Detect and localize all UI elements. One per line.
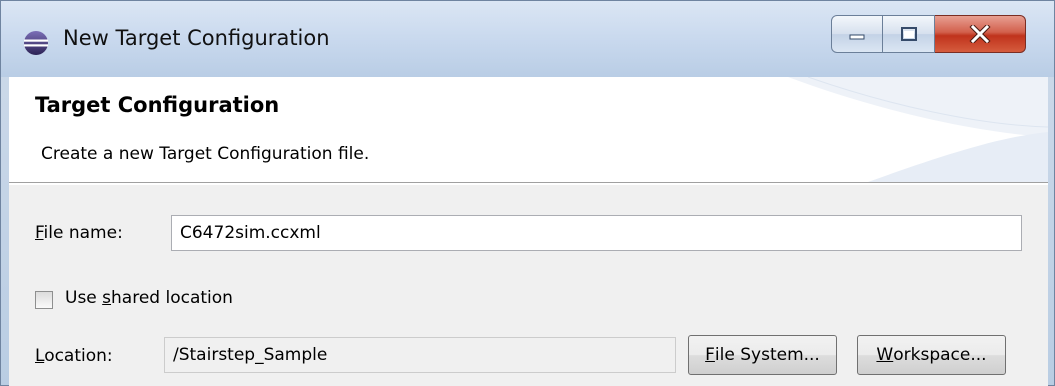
- page-description: Create a new Target Configuration file.: [41, 144, 370, 164]
- title-bar[interactable]: New Target Configuration: [1, 1, 1054, 77]
- maximize-icon: [900, 27, 917, 41]
- workspace-button[interactable]: Workspace...: [857, 335, 1006, 375]
- page-title: Target Configuration: [35, 93, 280, 117]
- file-name-label-text: ile name:: [43, 223, 123, 243]
- file-system-label: ile System...: [714, 345, 820, 365]
- shared-location-checkbox[interactable]: [35, 291, 53, 309]
- shared-location-label-after: hared location: [111, 288, 233, 308]
- location-input: /Stairstep_Sample: [164, 337, 676, 373]
- shared-location-label[interactable]: Use shared location: [65, 288, 233, 308]
- header-banner-graphic: [788, 77, 1048, 182]
- close-button[interactable]: [935, 15, 1026, 53]
- workspace-label: orkspace...: [893, 345, 987, 365]
- location-mnemonic: L: [35, 346, 45, 366]
- shared-location-mnemonic: s: [102, 288, 112, 308]
- minimize-icon: [849, 34, 865, 40]
- maximize-button[interactable]: [883, 15, 935, 53]
- location-label-text: ocation:: [44, 346, 113, 366]
- dialog-client-area: Target Configuration Create a new Target…: [9, 77, 1048, 386]
- form-area: File name: C6472sim.ccxml Use shared loc…: [9, 185, 1048, 386]
- screen: New Target Configuration Target Configur…: [0, 0, 1055, 386]
- close-icon: [969, 25, 991, 43]
- minimize-button[interactable]: [831, 15, 883, 53]
- dialog-window: New Target Configuration Target Configur…: [0, 0, 1055, 386]
- eclipse-icon: [24, 31, 48, 55]
- file-system-button[interactable]: File System...: [688, 335, 837, 375]
- file-name-label: File name:: [35, 223, 123, 243]
- wizard-header: Target Configuration Create a new Target…: [9, 77, 1048, 183]
- file-name-input[interactable]: C6472sim.ccxml: [171, 215, 1022, 251]
- file-name-mnemonic: F: [35, 223, 44, 243]
- caption-buttons: [831, 15, 1026, 55]
- file-system-mnemonic: F: [705, 345, 715, 365]
- location-label: Location:: [35, 346, 113, 366]
- window-title: New Target Configuration: [63, 26, 330, 50]
- workspace-mnemonic: W: [876, 345, 894, 365]
- shared-location-label-before: Use: [65, 288, 103, 308]
